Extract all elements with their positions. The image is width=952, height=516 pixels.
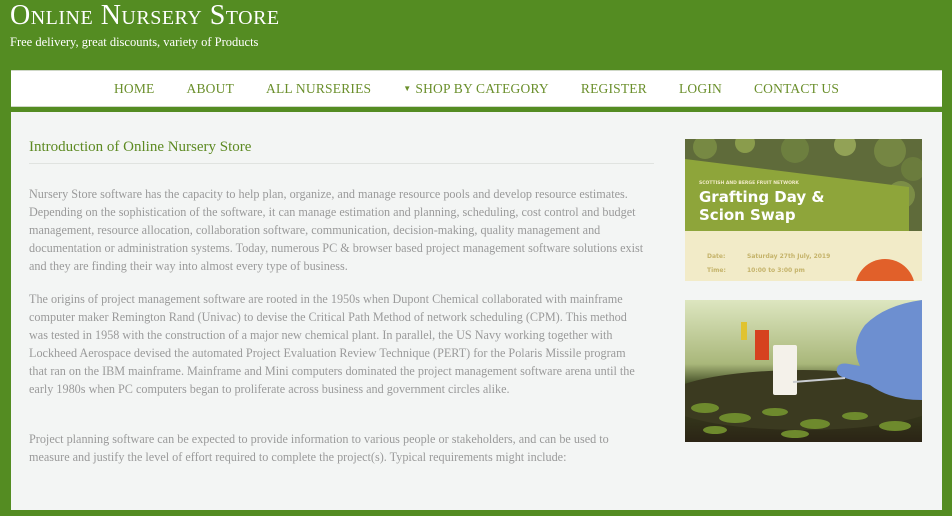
- intro-paragraph-3: Project planning software can be expecte…: [29, 432, 609, 464]
- main-navigation: HOME ABOUT ALL NURSERIES ▼ SHOP BY CATEGO…: [11, 70, 942, 107]
- nav-login[interactable]: LOGIN: [679, 81, 722, 97]
- banner-title-line1: Grafting Day &: [699, 188, 825, 206]
- site-header: Online Nursery Store Free delivery, grea…: [0, 0, 952, 66]
- nav-about[interactable]: ABOUT: [187, 81, 235, 97]
- gloved-hand-grafting-seedling-photo: [685, 300, 922, 442]
- site-title[interactable]: Online Nursery Store: [10, 0, 280, 32]
- banner-date-value: Saturday 27th July, 2019: [747, 253, 830, 260]
- site-tagline: Free delivery, great discounts, variety …: [10, 35, 259, 49]
- nav-register[interactable]: REGISTER: [581, 81, 647, 97]
- intro-paragraph-1: Nursery Store software has the capacity …: [29, 187, 644, 273]
- nav-shop-by-category-label: SHOP BY CATEGORY: [415, 80, 549, 96]
- banner-date-label: Date:: [707, 253, 725, 260]
- page-title: Introduction of Online Nursery Store: [29, 139, 252, 155]
- nav-contact-us[interactable]: CONTACT US: [754, 81, 839, 97]
- event-banner-graphic: SCOTTISH AND BERGE FRUIT NETWORK Graftin…: [685, 139, 922, 281]
- nav-all-nurseries[interactable]: ALL NURSERIES: [266, 81, 371, 97]
- main-content: Introduction of Online Nursery Store Nur…: [11, 112, 942, 510]
- intro-paragraph-2: The origins of project management softwa…: [29, 292, 635, 396]
- nav-home[interactable]: HOME: [114, 81, 155, 97]
- caret-down-icon: ▼: [403, 83, 412, 93]
- banner-title-line2: Scion Swap: [699, 206, 796, 224]
- grafting-photo[interactable]: [685, 300, 922, 442]
- nav-shop-by-category[interactable]: ▼ SHOP BY CATEGORY: [403, 81, 549, 97]
- banner-time-value: 10:00 to 3:00 pm: [747, 267, 805, 274]
- banner-time-label: Time:: [707, 267, 726, 274]
- title-divider: [29, 163, 654, 164]
- banner-kicker: SCOTTISH AND BERGE FRUIT NETWORK: [699, 180, 799, 186]
- grafting-day-banner[interactable]: SCOTTISH AND BERGE FRUIT NETWORK Graftin…: [685, 139, 922, 281]
